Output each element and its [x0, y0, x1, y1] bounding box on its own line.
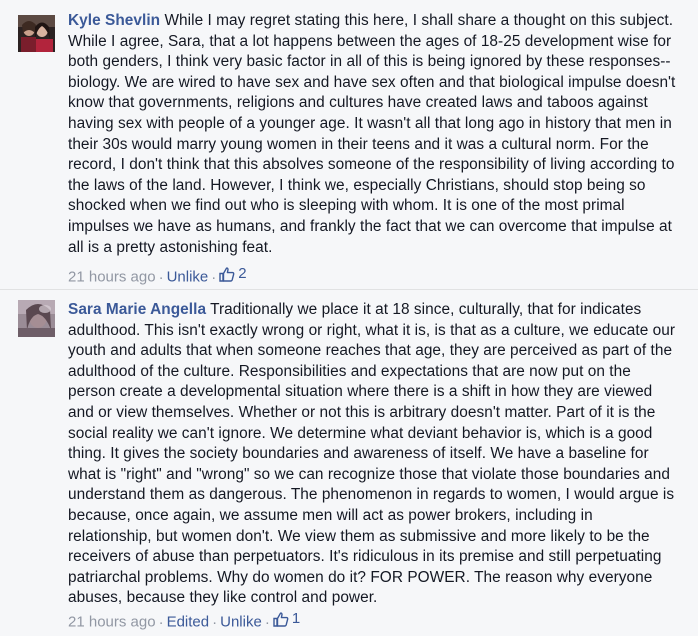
avatar[interactable] — [18, 15, 55, 52]
profile-photo-icon — [18, 15, 55, 52]
unlike-link[interactable]: Unlike — [167, 269, 209, 286]
comment-actions: 21 hours ago · Unlike · 2 — [68, 265, 247, 287]
comment: Sara Marie Angella Traditionally we plac… — [0, 289, 698, 636]
separator: · — [158, 268, 164, 286]
thumbs-up-icon — [273, 611, 289, 627]
separator: · — [264, 613, 270, 631]
like-count: 1 — [291, 610, 301, 627]
comment-actions: 21 hours ago · Edited · Unlike · 1 — [68, 610, 300, 632]
comment: Kyle Shevlin While I may regret stating … — [0, 0, 698, 289]
comment-author-link[interactable]: Sara Marie Angella — [68, 301, 206, 318]
comment-thread: Kyle Shevlin While I may regret stating … — [0, 0, 698, 636]
like-count-button[interactable]: 2 — [219, 265, 247, 283]
edited-link[interactable]: Edited — [167, 614, 210, 631]
comment-author-link[interactable]: Kyle Shevlin — [68, 12, 160, 29]
separator: · — [212, 613, 218, 631]
like-count: 2 — [238, 265, 247, 282]
separator: · — [211, 268, 217, 286]
avatar[interactable] — [18, 300, 55, 337]
comment-timestamp[interactable]: 21 hours ago — [68, 269, 156, 286]
unlike-link[interactable]: Unlike — [220, 614, 262, 631]
thumbs-up-icon — [219, 266, 235, 282]
comment-timestamp[interactable]: 21 hours ago — [68, 614, 156, 631]
separator: · — [158, 613, 164, 631]
comment-text: Traditionally we place it at 18 since, c… — [68, 301, 676, 607]
comment-text: While I may regret stating this here, I … — [68, 12, 676, 256]
profile-photo-icon — [18, 300, 55, 337]
comment-body: Kyle Shevlin While I may regret stating … — [68, 11, 680, 258]
comment-body: Sara Marie Angella Traditionally we plac… — [68, 300, 680, 609]
like-count-button[interactable]: 1 — [273, 610, 300, 628]
